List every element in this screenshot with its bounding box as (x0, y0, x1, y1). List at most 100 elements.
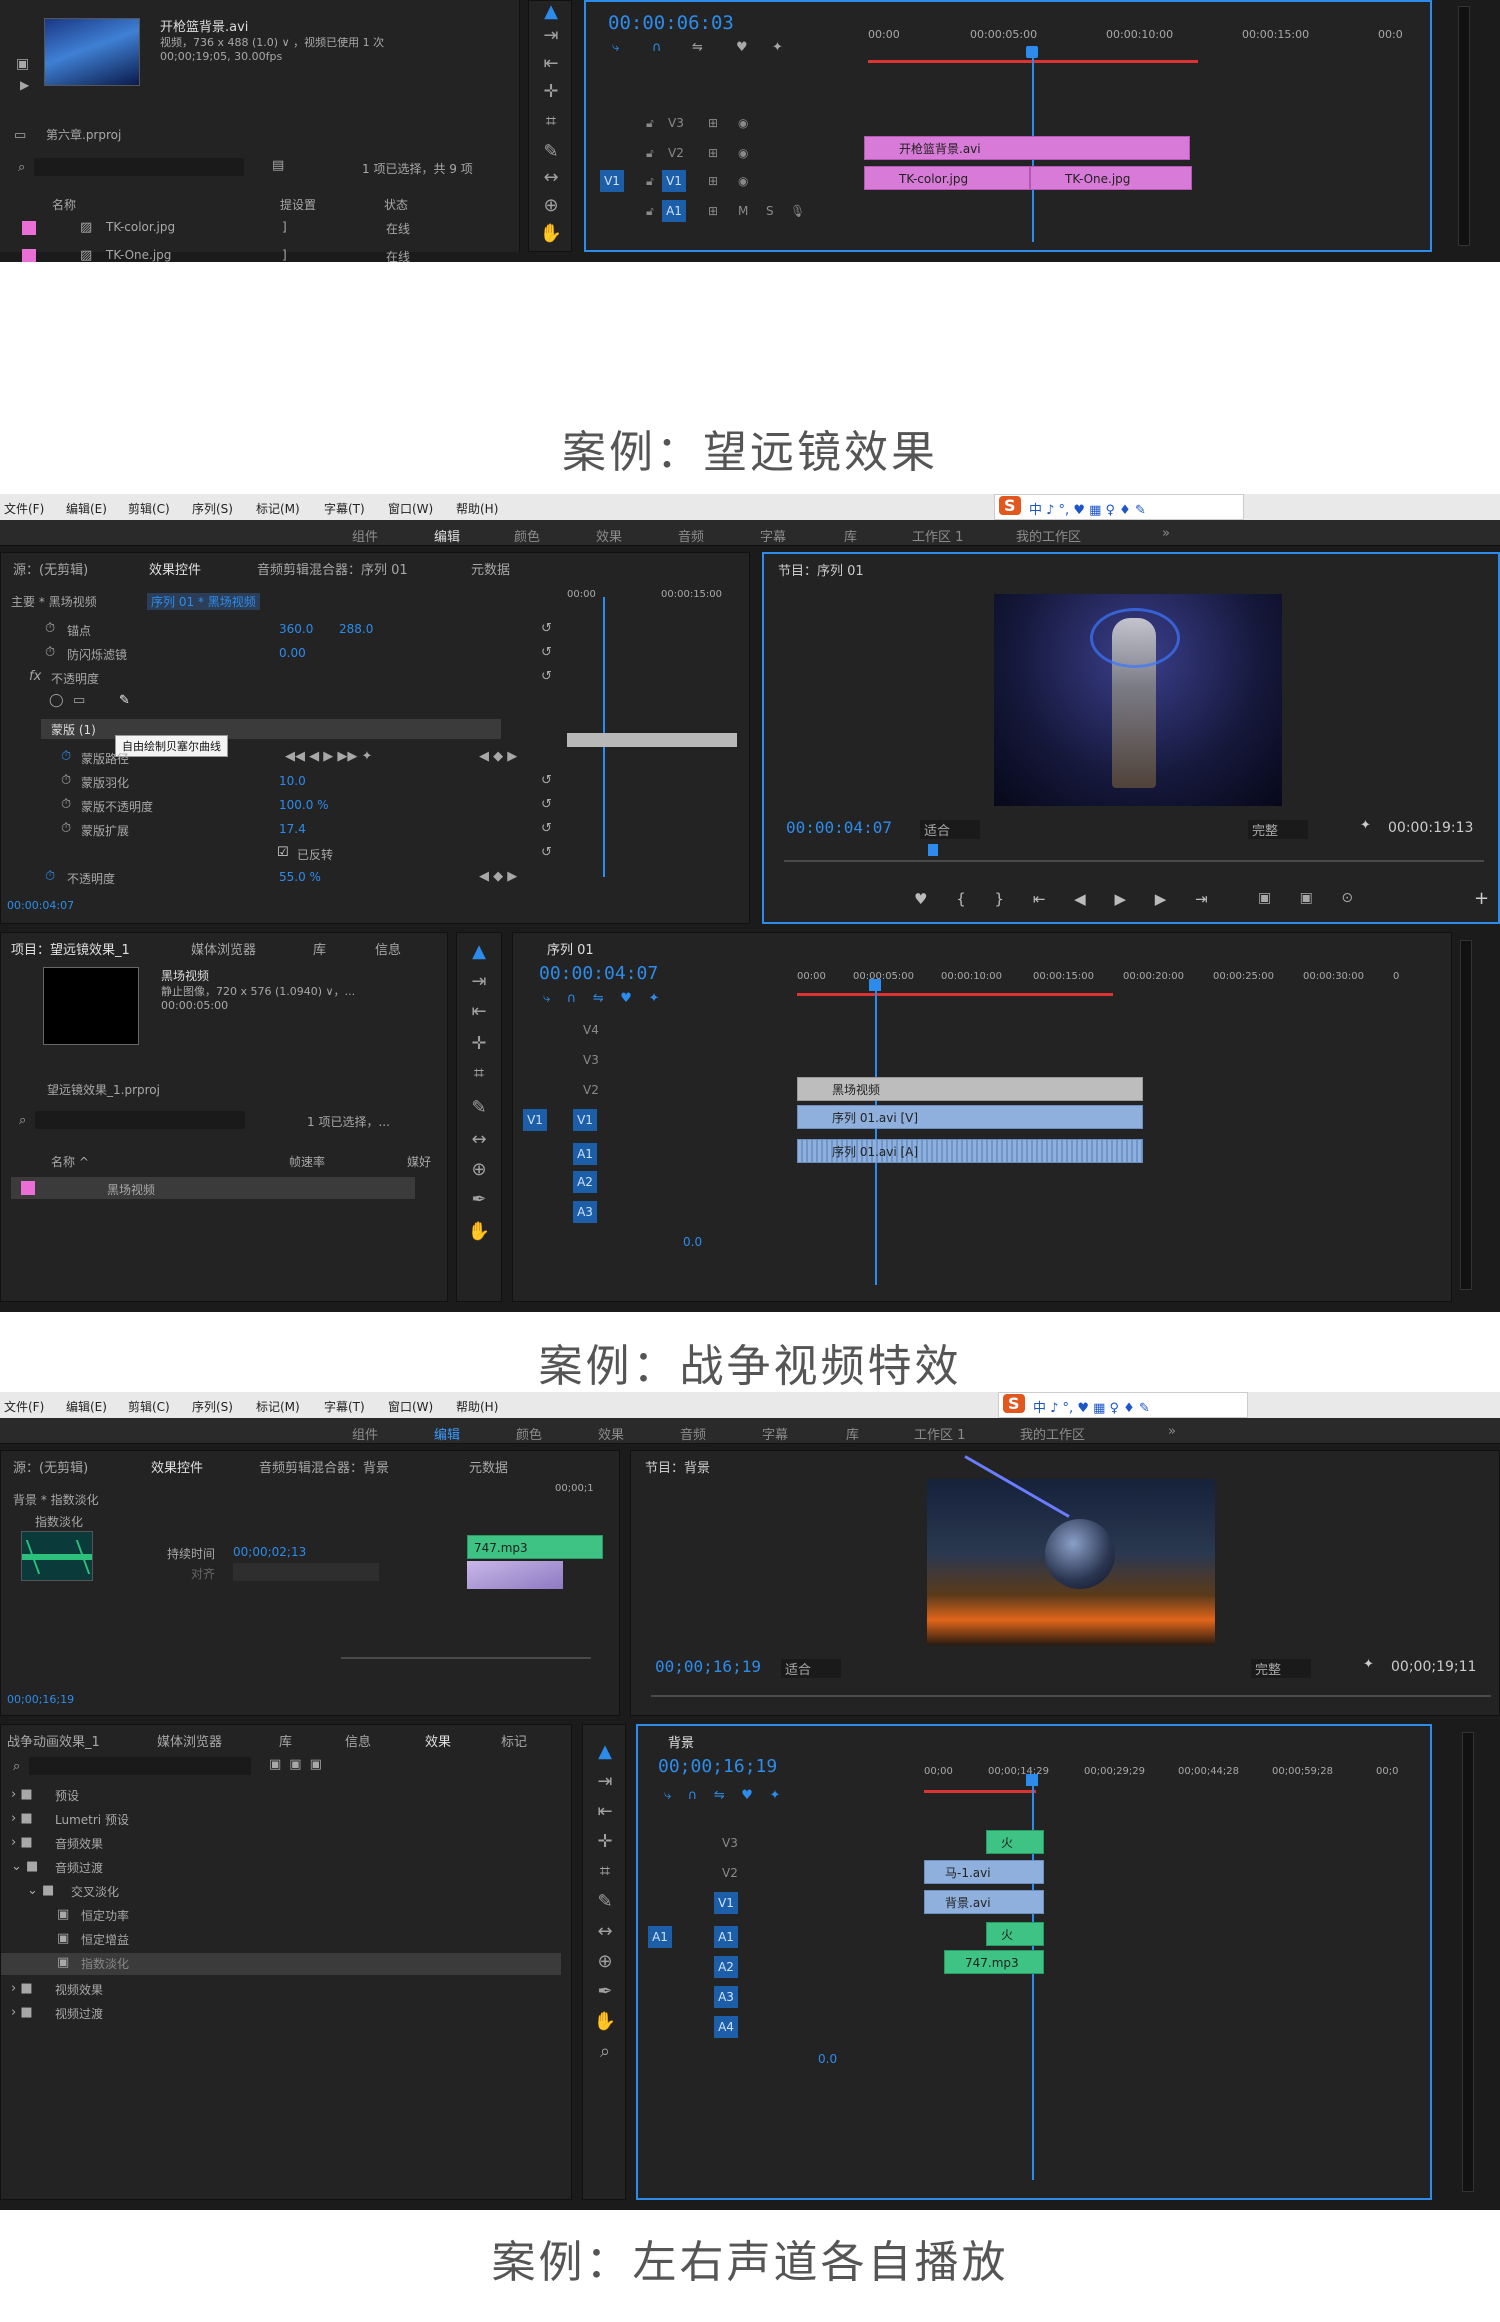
insert-overwrite-icons[interactable]: ▣ ▣ ⊙ (1258, 890, 1365, 906)
track-label[interactable]: V1 (714, 1892, 738, 1914)
track-label[interactable]: A1 (714, 1926, 738, 1948)
solo-icon[interactable]: S (766, 204, 774, 218)
menu-help[interactable]: 帮助(H) (456, 1398, 498, 1415)
mask-row[interactable] (41, 719, 501, 739)
workspace-tab[interactable]: 工作区 1 (914, 1424, 965, 1443)
tab-effects[interactable]: 效果 (425, 1731, 451, 1750)
track-label[interactable]: V4 (583, 1023, 599, 1037)
workspace-tab[interactable]: 库 (844, 526, 857, 545)
slide-icon[interactable]: ⊕ (467, 1159, 491, 1180)
selection-tool-icon[interactable]: ▲ (467, 941, 491, 962)
tab-audio-mixer[interactable]: 音频剪辑混合器：序列 01 (257, 559, 408, 578)
tab-library[interactable]: 库 (313, 939, 326, 958)
track-select-icon[interactable]: ⇥ (467, 971, 491, 992)
timeline-tools[interactable]: ⤷ ∩ ⇋ ♥ ✦ (664, 1788, 780, 1803)
prop-value[interactable]: 0.00 (279, 646, 306, 660)
pen-icon[interactable]: ✒ (593, 1981, 617, 2002)
hand-icon[interactable]: ✋ (593, 2011, 617, 2032)
linked-icon[interactable]: ⇋ (692, 40, 703, 55)
prop-value[interactable]: 100.0 % (279, 798, 329, 812)
track-label[interactable]: V3 (722, 1836, 738, 1850)
quality-dropdown[interactable]: 完整 (1248, 820, 1309, 839)
mute-icon[interactable]: M (738, 204, 748, 218)
selection-tool-icon[interactable]: ▲ (593, 1741, 617, 1762)
tab-source[interactable]: 源：(无剪辑) (13, 559, 88, 578)
magnet-icon[interactable]: ∩ (652, 40, 662, 55)
stopwatch-icon[interactable]: ⏱︎ (61, 797, 71, 812)
master-volume[interactable]: 0.0 (818, 2052, 837, 2066)
prop-value[interactable]: 55.0 % (279, 870, 321, 884)
rolling-edit-icon[interactable]: ✛ (593, 1831, 617, 1852)
workspace-tab[interactable]: 音频 (678, 526, 704, 545)
prop-row[interactable]: ⏱︎ 锚点 360.0 288.0 ↺ (1, 619, 561, 641)
stopwatch-icon[interactable]: ⏱︎ (61, 821, 71, 836)
program-timecode[interactable]: 00;00;16;19 (655, 1657, 761, 1676)
prop-value[interactable]: 10.0 (279, 774, 306, 788)
timeline-timecode[interactable]: 00:00:04:07 (539, 963, 658, 984)
ripple-edit-icon[interactable]: ⇤ (467, 1001, 491, 1022)
menu-clip[interactable]: 剪辑(C) (128, 500, 170, 517)
clip-a1[interactable]: 序列 01.avi [A] (797, 1139, 1143, 1163)
menu-help[interactable]: 帮助(H) (456, 500, 498, 517)
slip-icon[interactable]: ↔ (539, 167, 563, 188)
workspace-tab[interactable]: 我的工作区 (1020, 1424, 1085, 1443)
stopwatch-icon[interactable]: ⏱︎ (61, 749, 71, 764)
stopwatch-icon[interactable]: ⏱︎ (45, 869, 55, 884)
transport-controls[interactable]: ♥ { } ⇤ ◀ ▶ ▶ ⇥ (914, 890, 1220, 908)
ec-audio-clip[interactable]: 747.mp3 (467, 1535, 603, 1559)
tab-media-browser[interactable]: 媒体浏览器 (157, 1731, 222, 1750)
stopwatch-icon[interactable]: ⏱︎ (45, 621, 55, 636)
playhead-handle[interactable] (1026, 46, 1038, 58)
program-title[interactable]: 节目：背景 (645, 1457, 710, 1476)
more-workspaces[interactable]: » (1168, 1424, 1176, 1439)
track-label[interactable]: V2 (668, 146, 684, 160)
clip-a2[interactable]: 747.mp3 (944, 1950, 1044, 1974)
clip-v1-b[interactable]: TK-One.jpg (1030, 166, 1192, 190)
tab-sequence[interactable]: 序列 01 (547, 939, 594, 958)
search-input[interactable] (35, 1111, 245, 1129)
ec-timecode[interactable]: 00:00:04:07 (7, 899, 74, 912)
column-frame-rate[interactable]: 帧速率 (289, 1153, 325, 1170)
playhead-handle[interactable] (1026, 1774, 1038, 1786)
ripple-edit-icon[interactable]: ⇤ (539, 53, 563, 74)
track-label[interactable]: A4 (714, 2016, 738, 2038)
track-label[interactable]: V2 (722, 1866, 738, 1880)
work-area-bar[interactable] (924, 1790, 1036, 1793)
razor-icon[interactable]: ✎ (593, 1891, 617, 1912)
ime-toolbar[interactable]: S 中 ♪ °, ♥ ▦ ♀ ♦ ✎ (998, 1392, 1248, 1418)
tab-metadata[interactable]: 元数据 (471, 559, 510, 578)
alignment-dropdown[interactable] (233, 1563, 379, 1581)
ec-master-clip[interactable]: 背景 * 指数淡化 (13, 1491, 99, 1508)
tab-project[interactable]: 项目：望远镜效果_1 (11, 939, 130, 958)
workspace-tab[interactable]: 音频 (680, 1424, 706, 1443)
wrench-icon[interactable]: ✦ (772, 40, 783, 55)
source-patch[interactable]: V1 (600, 170, 624, 192)
reset-icon[interactable]: ↺ (541, 773, 552, 788)
play-thumb-icon[interactable]: ▶ (20, 78, 29, 92)
tab-effect-controls[interactable]: 效果控件 (149, 559, 201, 578)
tab-audio-mixer[interactable]: 音频剪辑混合器：背景 (259, 1457, 389, 1476)
column-name[interactable]: 名称 (52, 196, 76, 213)
workspace-tab[interactable]: 字幕 (762, 1424, 788, 1443)
track-label[interactable]: V3 (668, 116, 684, 130)
prop-row[interactable]: ⏱︎ 不透明度 55.0 % ◀ ◆ ▶ (1, 867, 561, 889)
workspace-tab[interactable]: 编辑 (434, 1424, 460, 1443)
ec-sequence-clip[interactable]: 序列 01 * 黑场视频 (147, 593, 260, 610)
workspace-tab[interactable]: 我的工作区 (1016, 526, 1081, 545)
reset-icon[interactable]: ↺ (541, 669, 552, 684)
clip-v1[interactable]: 序列 01.avi [V] (797, 1105, 1143, 1129)
tab-metadata[interactable]: 元数据 (469, 1457, 508, 1476)
clip-v1[interactable]: 背景.avi (924, 1890, 1044, 1914)
slip-icon[interactable]: ↔ (467, 1129, 491, 1150)
keyframe-nav[interactable]: ◀ ◆ ▶ (479, 749, 517, 764)
workspace-tab[interactable]: 颜色 (516, 1424, 542, 1443)
snap-icon[interactable]: ⤷ ∩ ⇋ ♥ ✦ (543, 991, 659, 1006)
tab-effect-controls[interactable]: 效果控件 (151, 1457, 203, 1476)
workspace-tab[interactable]: 组件 (352, 1424, 378, 1443)
track-select-icon[interactable]: ⇥ (539, 25, 563, 46)
eye-icon[interactable]: ◉ (738, 146, 748, 160)
source-patch[interactable]: V1 (523, 1109, 547, 1131)
hand-icon[interactable]: ✋ (539, 223, 563, 244)
hand-icon[interactable]: ✋ (467, 1221, 491, 1242)
workspace-tab[interactable]: 工作区 1 (912, 526, 963, 545)
